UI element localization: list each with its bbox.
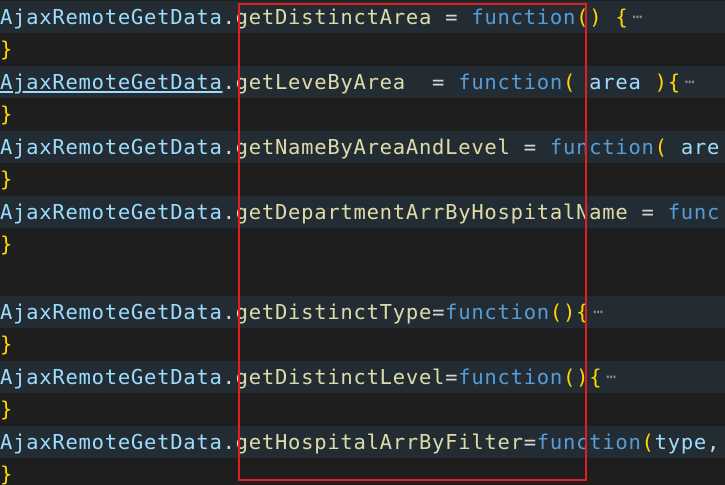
brace-close: } (0, 167, 14, 191)
code-line-getHospitalArrByFilter[interactable]: AjaxRemoteGetData.getHospitalArrByFilter… (0, 426, 725, 458)
function-keyword: function (445, 300, 550, 324)
paren-open: ( (563, 365, 577, 389)
object-name: AjaxRemoteGetData (0, 430, 223, 454)
code-line-closing-brace: } (0, 228, 725, 260)
object-name: AjaxRemoteGetData (0, 300, 223, 324)
assign-operator: = (628, 200, 668, 224)
function-keyword: function (549, 135, 655, 159)
dot-operator: . (222, 5, 236, 29)
function-keyword: function (458, 70, 563, 94)
code-line-closing-brace: } (0, 163, 725, 195)
assign-operator: = (523, 430, 537, 454)
function-name: getHospitalArrByFilter (235, 430, 524, 454)
code-line-getDepartmentArrByHospitalName[interactable]: AjaxRemoteGetData.getDepartmentArrByHosp… (0, 196, 725, 228)
dot-operator: . (222, 135, 236, 159)
function-keyword: function (536, 430, 642, 454)
code-line-closing-brace: } (0, 328, 725, 360)
brace-open: { (667, 70, 681, 94)
code-line-getLeveByArea[interactable]: AjaxRemoteGetData.getLeveByArea = functi… (0, 66, 725, 98)
brace-close: } (0, 37, 14, 61)
assign-operator: = (445, 365, 459, 389)
paren-close: ) (589, 5, 603, 29)
brace-open: { (602, 5, 629, 29)
function-name: getNameByAreaAndLevel (235, 135, 511, 159)
paren-open: ( (654, 135, 668, 159)
brace-close: } (0, 332, 14, 356)
paren-open: ( (576, 5, 590, 29)
object-name: AjaxRemoteGetData (0, 200, 223, 224)
code-line-getDistinctType[interactable]: AjaxRemoteGetData.getDistinctType=functi… (0, 296, 725, 328)
function-name: getDepartmentArrByHospitalName (235, 200, 629, 224)
fold-ellipsis-icon[interactable]: ⋯ (681, 72, 695, 91)
code-line-closing-brace: } (0, 33, 725, 65)
function-name: getDistinctArea (235, 5, 433, 29)
parameter: area (576, 70, 655, 94)
fold-ellipsis-icon[interactable]: ⋯ (589, 302, 603, 321)
code-line-closing-brace: } (0, 393, 725, 425)
code-line-getDistinctArea[interactable]: AjaxRemoteGetData.getDistinctArea = func… (0, 1, 725, 33)
function-keyword: function (458, 365, 563, 389)
paren-close: ) (654, 70, 668, 94)
fold-ellipsis-icon[interactable]: ⋯ (602, 367, 616, 386)
assign-operator: = (510, 135, 550, 159)
brace-open: { (589, 365, 603, 389)
dot-operator: . (222, 365, 236, 389)
code-editor[interactable]: AjaxRemoteGetData.getDistinctArea = func… (0, 0, 725, 485)
code-line-closing-brace: } (0, 458, 725, 485)
dot-operator: . (222, 70, 236, 94)
assign-operator: = (432, 300, 446, 324)
paren-open: ( (549, 300, 563, 324)
assign-operator: = (432, 5, 472, 29)
brace-close: } (0, 397, 14, 421)
paren-open: ( (641, 430, 655, 454)
function-name: getDistinctType (235, 300, 433, 324)
brace-close: } (0, 232, 14, 256)
code-line-getDistinctLevel[interactable]: AjaxRemoteGetData.getDistinctLevel=funct… (0, 361, 725, 393)
dot-operator: . (222, 200, 236, 224)
paren-close: ) (563, 300, 577, 324)
function-name: getLeveByArea (235, 70, 406, 94)
object-name: AjaxRemoteGetData (0, 5, 223, 29)
object-name: AjaxRemoteGetData (0, 135, 223, 159)
brace-close: } (0, 102, 14, 126)
code-line-getNameByAreaAndLevel[interactable]: AjaxRemoteGetData.getNameByAreaAndLevel … (0, 131, 725, 163)
paren-close: ) (576, 365, 590, 389)
assign-operator: = (405, 70, 459, 94)
dot-operator: . (222, 430, 236, 454)
comma: , (707, 430, 721, 454)
function-keyword: function (471, 5, 577, 29)
object-name: AjaxRemoteGetData (0, 365, 223, 389)
function-keyword: func (667, 200, 721, 224)
brace-open: { (576, 300, 590, 324)
paren-open: ( (563, 70, 577, 94)
brace-close: } (0, 462, 14, 485)
code-line-closing-brace: } (0, 98, 725, 130)
function-name: getDistinctLevel (235, 365, 446, 389)
fold-ellipsis-icon[interactable]: ⋯ (628, 7, 642, 26)
dot-operator: . (222, 300, 236, 324)
parameter: are (667, 135, 721, 159)
object-name-link[interactable]: AjaxRemoteGetData (0, 70, 223, 94)
parameter: type (654, 430, 708, 454)
